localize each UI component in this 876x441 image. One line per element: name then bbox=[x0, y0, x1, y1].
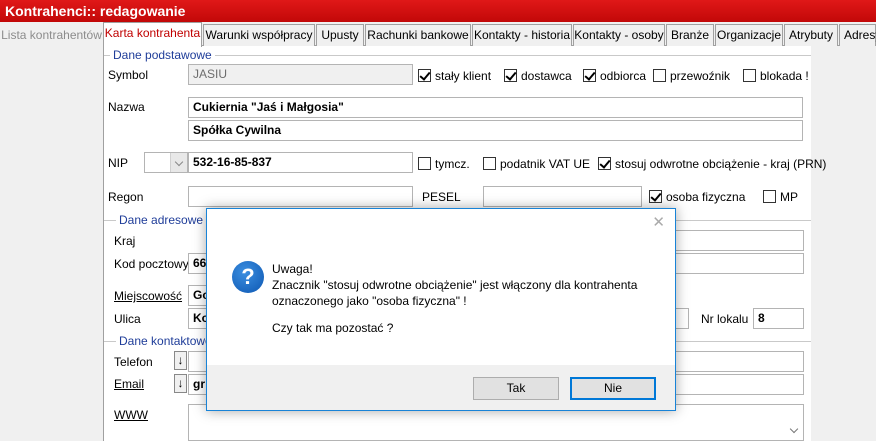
staly-klient-checkbox[interactable]: stały klient bbox=[418, 69, 491, 83]
tab-karta-kontrahenta[interactable]: Karta kontrahenta bbox=[103, 22, 202, 47]
checkbox-box bbox=[418, 69, 431, 82]
group-title-dane-kontaktowe: Dane kontaktowe bbox=[116, 334, 215, 348]
tab-organizacje[interactable]: Organizacje bbox=[715, 24, 783, 46]
regon-field[interactable] bbox=[188, 186, 413, 207]
mp-label: MP bbox=[780, 190, 798, 204]
dialog-message-line1: Uwaga! bbox=[272, 262, 313, 276]
checkbox-box bbox=[763, 190, 776, 203]
dialog-message: Uwaga! Znacznik "stosuj odwrotne obciąże… bbox=[272, 261, 637, 309]
staly-klient-label: stały klient bbox=[435, 69, 492, 83]
podatnik-vat-ue-label: podatnik VAT UE bbox=[500, 157, 591, 171]
nr-lokalu-field[interactable]: 8 bbox=[753, 308, 804, 329]
checkbox-box bbox=[598, 157, 611, 170]
tymcz-label: tymcz. bbox=[435, 157, 470, 171]
warning-dialog: ✕ ? Uwaga! Znacznik "stosuj odwrotne obc… bbox=[206, 208, 676, 411]
symbol-field[interactable]: JASIU bbox=[188, 64, 413, 85]
question-icon: ? bbox=[232, 261, 264, 293]
no-button[interactable]: Nie bbox=[570, 377, 656, 400]
regon-label: Regon bbox=[108, 190, 144, 204]
nip-field[interactable]: 532-16-85-837 bbox=[188, 152, 413, 173]
tab-kontakty-historia[interactable]: Kontakty - historia bbox=[472, 24, 572, 46]
dostawca-label: dostawca bbox=[521, 69, 572, 83]
checkbox-box bbox=[483, 157, 496, 170]
kraj-label: Kraj bbox=[114, 234, 136, 248]
tab-atrybuty[interactable]: Atrybuty bbox=[784, 24, 838, 46]
stosuj-odwrotne-checkbox[interactable]: stosuj odwrotne obciążenie - kraj (PRN) bbox=[598, 157, 826, 171]
tab-kontakty-osoby[interactable]: Kontakty - osoby bbox=[573, 24, 665, 46]
kraj-field[interactable] bbox=[674, 230, 804, 251]
stosuj-odwrotne-label: stosuj odwrotne obciążenie - kraj (PRN) bbox=[615, 157, 827, 171]
nip-label: NIP bbox=[108, 156, 129, 170]
blokada-label: blokada ! bbox=[760, 69, 809, 83]
przewoznik-checkbox[interactable]: przewoźnik bbox=[653, 69, 730, 83]
dialog-message-line3: oznaczonego jako "osoba fizyczna" ! bbox=[272, 294, 467, 308]
symbol-label: Symbol bbox=[108, 68, 149, 82]
checkbox-box bbox=[649, 190, 662, 203]
checkbox-box bbox=[583, 69, 596, 82]
tab-branze[interactable]: Branże bbox=[666, 24, 714, 46]
podatnik-vat-ue-checkbox[interactable]: podatnik VAT UE bbox=[483, 157, 590, 171]
nazwa-line1-field[interactable]: Cukiernia "Jaś i Małgosia" bbox=[188, 97, 803, 118]
telefon-arrow-down-icon[interactable]: ↓ bbox=[174, 351, 187, 370]
przewoznik-label: przewoźnik bbox=[670, 69, 731, 83]
kod-pocztowy-label: Kod pocztowy bbox=[114, 257, 189, 271]
email-label[interactable]: Email bbox=[114, 377, 144, 391]
tab-warunki-wspolpracy[interactable]: Warunki współpracy bbox=[203, 24, 315, 46]
close-icon[interactable]: ✕ bbox=[652, 213, 665, 231]
nr-domu-field[interactable] bbox=[674, 308, 689, 329]
telefon-label: Telefon bbox=[114, 355, 153, 369]
dialog-footer: Tak Nie bbox=[207, 365, 675, 410]
tymcz-checkbox[interactable]: tymcz. bbox=[418, 157, 470, 171]
chevron-down-icon bbox=[170, 153, 187, 172]
tab-lista-kontrahentow[interactable]: Lista kontrahentów bbox=[0, 24, 103, 46]
miejscowosc-label[interactable]: Miejscowość bbox=[114, 289, 182, 303]
osoba-fizyczna-checkbox[interactable]: osoba fizyczna bbox=[649, 190, 745, 204]
odbiorca-label: odbiorca bbox=[600, 69, 647, 83]
dialog-question: Czy tak ma pozostać ? bbox=[272, 321, 394, 335]
nazwa-label: Nazwa bbox=[108, 100, 145, 114]
www-label[interactable]: WWW bbox=[114, 408, 148, 422]
nip-prefix-select[interactable] bbox=[144, 152, 188, 173]
window-title: Kontrahenci:: redagowanie bbox=[0, 0, 876, 22]
dostawca-checkbox[interactable]: dostawca bbox=[504, 69, 572, 83]
tab-bar: Lista kontrahentów Karta kontrahenta War… bbox=[0, 22, 876, 47]
osoba-fizyczna-label: osoba fizyczna bbox=[666, 190, 746, 204]
email-arrow-down-icon[interactable]: ↓ bbox=[174, 374, 187, 393]
checkbox-box bbox=[743, 69, 756, 82]
scroll-down-icon[interactable] bbox=[786, 423, 803, 440]
checkbox-box bbox=[418, 157, 431, 170]
pesel-label: PESEL bbox=[422, 190, 461, 204]
poczta-field[interactable] bbox=[674, 253, 804, 274]
mp-checkbox[interactable]: MP bbox=[763, 190, 798, 204]
dialog-message-line2: Znacznik "stosuj odwrotne obciążenie" je… bbox=[272, 278, 638, 292]
group-title-dane-adresowe: Dane adresowe bbox=[116, 213, 207, 227]
blokada-checkbox[interactable]: blokada ! bbox=[743, 69, 809, 83]
yes-button[interactable]: Tak bbox=[473, 377, 559, 400]
checkbox-box bbox=[653, 69, 666, 82]
checkbox-box bbox=[504, 69, 517, 82]
pesel-field[interactable] bbox=[483, 186, 642, 207]
ulica-label: Ulica bbox=[114, 312, 141, 326]
odbiorca-checkbox[interactable]: odbiorca bbox=[583, 69, 646, 83]
group-title-dane-podstawowe: Dane podstawowe bbox=[110, 48, 215, 62]
nazwa-line2-field[interactable]: Spółka Cywilna bbox=[188, 120, 803, 141]
tab-adresy[interactable]: Adresy bbox=[839, 24, 876, 46]
tab-rachunki-bankowe[interactable]: Rachunki bankowe bbox=[365, 24, 471, 46]
nr-lokalu-label: Nr lokalu bbox=[701, 312, 749, 326]
tab-upusty[interactable]: Upusty bbox=[316, 24, 364, 46]
